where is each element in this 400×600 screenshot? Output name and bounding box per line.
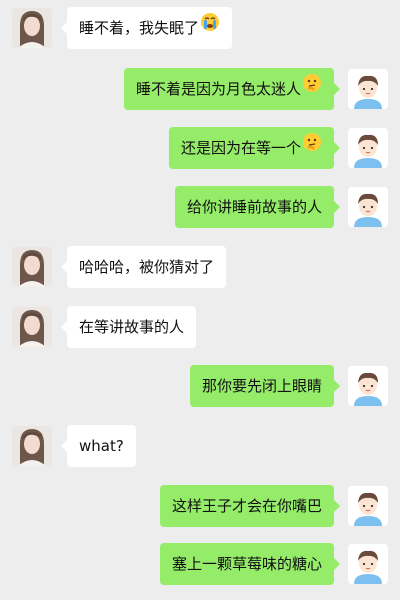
girl-avatar-icon[interactable]	[12, 247, 52, 287]
message-bubble[interactable]: 这样王子才会在你嘴巴	[159, 485, 341, 527]
message-row: 哈哈哈，被你猜对了	[0, 244, 400, 290]
message-text: 给你讲睡前故事的人	[186, 198, 322, 216]
message-text: 睡不着是因为月色太迷人	[135, 80, 301, 98]
message-row: 睡不着，我失眠了	[0, 5, 400, 51]
message-bubble[interactable]: 睡不着，我失眠了	[60, 6, 233, 49]
message-bubble[interactable]: 那你要先闭上眼睛	[189, 365, 341, 407]
message-text: 睡不着，我失眠了	[79, 19, 200, 37]
message-bubble[interactable]: 哈哈哈，被你猜对了	[60, 246, 227, 288]
chat-window: 睡不着，我失眠了 睡不着是因为月色太迷人 还是因为在等一个 给你讲睡前故事的人	[0, 0, 400, 600]
crying-face-icon	[200, 6, 220, 48]
message-row: 还是因为在等一个	[0, 125, 400, 171]
message-row: 在等讲故事的人	[0, 304, 400, 350]
message-bubble[interactable]: 在等讲故事的人	[60, 306, 197, 348]
message-bubble[interactable]: what?	[61, 425, 136, 467]
message-text: 那你要先闭上眼睛	[201, 377, 322, 395]
message-bubble[interactable]: 给你讲睡前故事的人	[174, 186, 341, 228]
cartoon-boy-avatar-icon[interactable]	[348, 544, 388, 584]
cartoon-boy-avatar-icon[interactable]	[348, 486, 388, 526]
message-row: what?	[0, 423, 400, 469]
message-bubble[interactable]: 塞上一颗草莓味的糖心	[159, 543, 341, 585]
message-row: 这样王子才会在你嘴巴	[0, 483, 400, 529]
message-text: 这样王子才会在你嘴巴	[171, 497, 322, 515]
girl-avatar-icon[interactable]	[12, 8, 52, 48]
message-text: 还是因为在等一个	[180, 139, 301, 157]
girl-avatar-icon[interactable]	[12, 426, 52, 466]
message-bubble[interactable]: 还是因为在等一个	[168, 126, 341, 169]
message-row: 给你讲睡前故事的人	[0, 184, 400, 230]
cartoon-boy-avatar-icon[interactable]	[348, 187, 388, 227]
thinking-face-icon	[302, 67, 322, 109]
message-text: 在等讲故事的人	[79, 318, 185, 336]
message-text: what?	[79, 437, 124, 455]
message-text: 哈哈哈，被你猜对了	[79, 258, 215, 276]
cartoon-boy-avatar-icon[interactable]	[348, 69, 388, 109]
message-row: 那你要先闭上眼睛	[0, 363, 400, 409]
cartoon-boy-avatar-icon[interactable]	[348, 128, 388, 168]
message-row: 睡不着是因为月色太迷人	[0, 66, 400, 112]
message-row: 塞上一颗草莓味的糖心	[0, 541, 400, 587]
thinking-face-icon	[302, 126, 322, 168]
girl-avatar-icon[interactable]	[12, 307, 52, 347]
message-text: 塞上一颗草莓味的糖心	[171, 555, 322, 573]
cartoon-boy-avatar-icon[interactable]	[348, 366, 388, 406]
message-bubble[interactable]: 睡不着是因为月色太迷人	[123, 67, 341, 110]
